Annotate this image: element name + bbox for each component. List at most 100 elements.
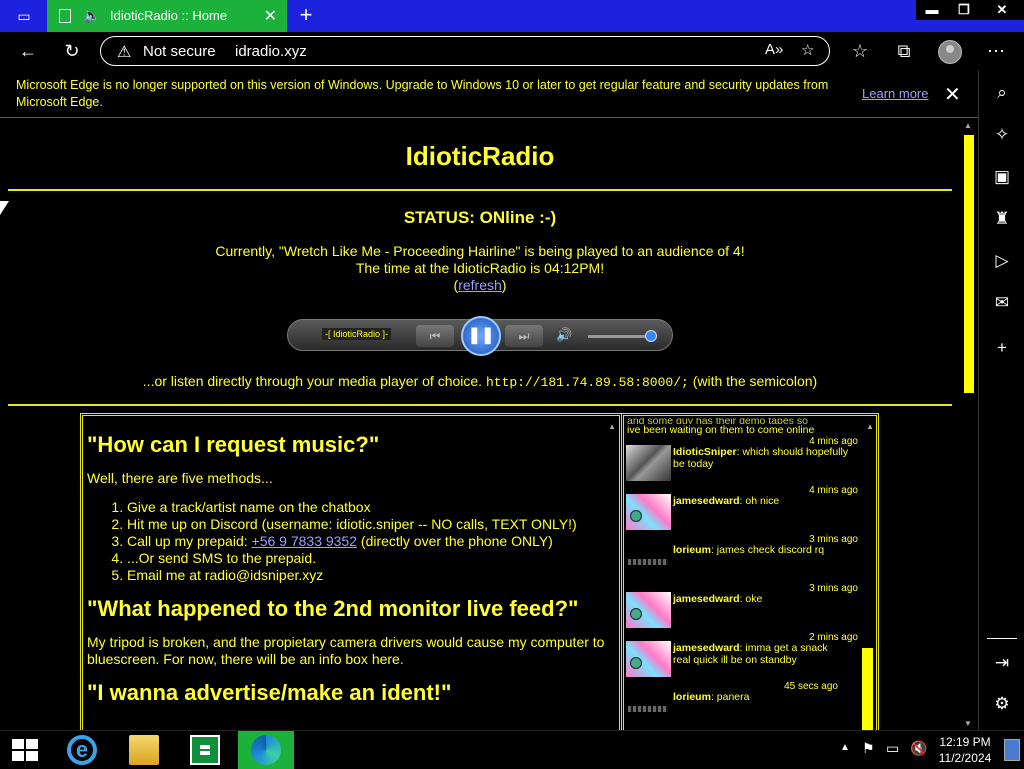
direct-prefix: ...or listen directly through your media… — [142, 373, 483, 389]
pause-button[interactable]: ❚❚ — [461, 316, 501, 356]
keyboard-icon[interactable] — [1004, 739, 1020, 761]
refresh-icon[interactable]: ↻ — [60, 40, 84, 62]
learn-more-link[interactable]: Learn more — [862, 86, 928, 101]
taskbar-edge[interactable] — [238, 731, 294, 769]
windows-taskbar: e ▲ ⚑ ▭ 🔇 12:19 PM 11/2/2024 — [0, 730, 1024, 769]
tab-audio-icon[interactable]: 🔈 — [83, 7, 100, 24]
list-item: Call up my prepaid: +56 9 7833 9352 (dir… — [127, 533, 605, 550]
add-sidebar-app-icon[interactable]: + — [990, 336, 1014, 360]
chat-username[interactable]: lorieum — [673, 691, 711, 703]
restore-button[interactable]: ❐ — [948, 0, 980, 20]
settings-gear-icon[interactable]: ⚙ — [990, 692, 1014, 716]
tab-actions-icon[interactable]: ▭ — [8, 6, 40, 26]
games-icon[interactable]: ♜ — [990, 207, 1014, 231]
url-text[interactable]: idradio.xyz — [235, 43, 307, 60]
chat-username[interactable]: IdioticSniper — [673, 446, 737, 458]
faq-question-monitor: "What happened to the 2nd monitor live f… — [87, 596, 579, 621]
scroll-down-icon[interactable]: ▼ — [964, 719, 972, 728]
start-button[interactable] — [0, 731, 48, 769]
chat-username[interactable]: jamesedward — [673, 642, 740, 654]
read-aloud-icon[interactable]: A» — [765, 41, 783, 58]
page-scrollbar-thumb[interactable] — [964, 135, 974, 393]
volume-slider-handle[interactable] — [645, 330, 657, 342]
taskbar-clock[interactable]: 12:19 PM 11/2/2024 — [935, 734, 995, 766]
circle-play-icon[interactable]: ▷ — [990, 249, 1014, 273]
outlook-icon[interactable]: ✉ — [990, 291, 1014, 315]
network-icon[interactable]: ▭ — [886, 740, 899, 757]
faq-answer-monitor: My tripod is broken, and the propietary … — [87, 634, 605, 667]
infobar-message: Microsoft Edge is no longer supported on… — [16, 78, 829, 109]
audio-player: -[ IdioticRadio ]- ⏮ ❚❚ ⏭ 🔊 — [287, 316, 673, 356]
web-page: IdioticRadio STATUS: ONline :-) Currentl… — [0, 119, 962, 730]
status-text: STATUS: ONline :-) — [403, 208, 557, 227]
scroll-up-icon[interactable]: ▲ — [964, 121, 972, 130]
clock-time: 12:19 PM — [939, 735, 991, 749]
minimize-button[interactable]: ▬ — [916, 0, 948, 20]
window-controls: ▬ ❐ ✕ — [916, 0, 1024, 20]
page-scrollbar[interactable]: ▲ ▼ — [962, 119, 978, 730]
station-time-text: The time at the IdioticRadio is 04:12PM! — [355, 260, 605, 276]
collections-icon[interactable]: ⧉ — [892, 40, 916, 62]
divider — [8, 404, 952, 406]
back-arrow-icon[interactable]: ← — [16, 40, 40, 62]
more-menu-icon[interactable]: ⋯ — [984, 40, 1008, 62]
not-secure-label[interactable]: Not secure — [143, 43, 216, 60]
request-methods-list: Give a track/artist name on the chatbox … — [127, 499, 605, 584]
player-label: -[ IdioticRadio ]- — [322, 328, 392, 340]
tab-close-icon[interactable]: ✕ — [264, 6, 277, 26]
warning-icon[interactable]: ⚠ — [117, 42, 131, 62]
infobar-close-icon[interactable]: ✕ — [944, 82, 961, 107]
chat-message-text: : oh nice — [739, 495, 780, 507]
refresh-line: (refresh) — [453, 277, 507, 293]
user-avatar — [626, 543, 671, 579]
favorites-icon[interactable]: ☆ — [848, 40, 872, 62]
chat-username[interactable]: jamesedward — [673, 593, 740, 605]
discover-sparkle-icon[interactable]: ✧ — [990, 123, 1014, 147]
flag-icon[interactable]: ⚑ — [862, 740, 875, 757]
chat-username[interactable]: lorieum — [673, 544, 711, 556]
faq-scroll-up-icon[interactable]: ▲ — [608, 422, 616, 431]
chatbox-frame[interactable]: ▲ and some guy has their demo tapes so i… — [621, 413, 879, 730]
direct-stream-line: ...or listen directly through your media… — [0, 373, 960, 390]
now-playing-text: Currently, "Wretch Like Me - Proceeding … — [215, 243, 745, 259]
refresh-link[interactable]: refresh — [458, 277, 502, 293]
tools-briefcase-icon[interactable]: ▣ — [990, 165, 1014, 189]
chat-scroll-up-icon[interactable]: ▲ — [866, 422, 874, 431]
profile-avatar[interactable] — [938, 40, 962, 64]
phone-link[interactable]: +56 9 7833 9352 — [252, 533, 358, 549]
search-icon[interactable]: ⌕ — [990, 81, 1014, 105]
chevron-up-icon[interactable]: ▲ — [840, 742, 850, 753]
direct-suffix: (with the semicolon) — [692, 373, 818, 389]
sidebar-divider — [987, 638, 1017, 639]
taskbar-internet-explorer[interactable]: e — [54, 731, 110, 769]
user-avatar — [626, 592, 671, 628]
faq-frame[interactable]: ▲ "How can I request music?" Well, there… — [80, 413, 622, 730]
add-favorite-icon[interactable]: ☆ — [801, 41, 814, 59]
page-favicon-icon — [59, 9, 71, 23]
unsupported-os-infobar: Microsoft Edge is no longer supported on… — [0, 70, 978, 118]
new-tab-button[interactable]: + — [294, 3, 318, 27]
internet-explorer-icon: e — [67, 735, 97, 765]
edge-icon — [251, 735, 281, 765]
next-track-button[interactable]: ⏭ — [505, 325, 543, 347]
mouse-cursor-icon — [0, 201, 9, 215]
chat-username[interactable]: jamesedward — [673, 495, 740, 507]
user-avatar — [626, 641, 671, 677]
chat-message-text: ive been waiting on them to come online — [627, 424, 815, 436]
previous-track-button[interactable]: ⏮ — [416, 325, 454, 347]
windows-logo-icon — [12, 739, 38, 761]
clock-date: 11/2/2024 — [938, 751, 992, 765]
hide-sidebar-icon[interactable]: ⇥ — [990, 651, 1014, 675]
address-bar[interactable]: ⚠ Not secure idradio.xyz A» ☆ — [100, 36, 830, 66]
divider — [8, 189, 952, 191]
volume-icon[interactable]: 🔊 — [556, 327, 572, 343]
taskbar-store[interactable] — [177, 731, 233, 769]
taskbar-file-explorer[interactable] — [116, 731, 172, 769]
stream-url: http://181.74.89.58:8000/; — [485, 375, 689, 390]
browser-toolbar: ← ↻ ⚠ Not secure idradio.xyz A» ☆ ☆ ⧉ ⋯ — [0, 32, 1024, 70]
volume-muted-icon[interactable]: 🔇 — [910, 740, 927, 757]
browser-tab[interactable]: 🔈 IdioticRadio :: Home ✕ — [47, 0, 287, 32]
chat-scrollbar-thumb[interactable] — [862, 648, 873, 730]
close-window-button[interactable]: ✕ — [980, 0, 1024, 20]
user-avatar — [626, 690, 671, 726]
